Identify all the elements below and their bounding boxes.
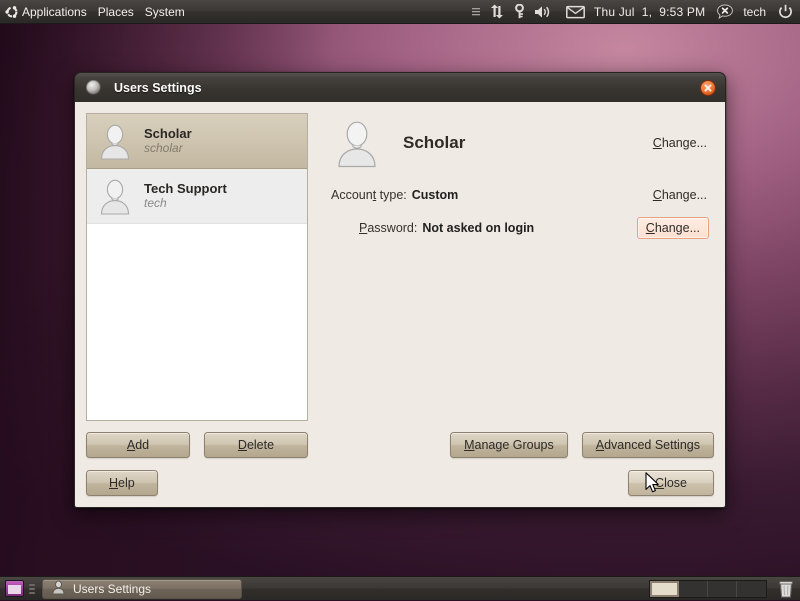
key-icon[interactable] bbox=[514, 4, 525, 19]
users-settings-task-icon bbox=[51, 580, 66, 598]
user-list-column: Scholar scholar Tech Support tech Add De… bbox=[86, 113, 308, 458]
change-name-label-rest: hange... bbox=[661, 136, 707, 150]
add-button-label-rest: dd bbox=[135, 438, 150, 452]
panel-clock[interactable]: Thu Jul 1, 9:53 PM bbox=[594, 5, 705, 19]
workspace-3[interactable] bbox=[708, 580, 737, 597]
workspace-switcher[interactable] bbox=[649, 579, 767, 598]
change-password-button[interactable]: Change... bbox=[636, 217, 709, 239]
change-acct-label-rest: hange... bbox=[661, 188, 707, 202]
list-item-names: Tech Support tech bbox=[144, 180, 227, 211]
add-user-button[interactable]: Add bbox=[86, 432, 190, 458]
menu-places[interactable]: Places bbox=[98, 5, 134, 19]
power-icon[interactable] bbox=[778, 4, 793, 19]
user-avatar-icon bbox=[95, 121, 135, 161]
delete-user-button[interactable]: Delete bbox=[204, 432, 308, 458]
advanced-settings-button[interactable]: Advanced Settings bbox=[581, 432, 714, 458]
task-button-users-settings[interactable]: Users Settings bbox=[42, 578, 242, 599]
list-item-names: Scholar scholar bbox=[144, 125, 192, 156]
user-list[interactable]: Scholar scholar Tech Support tech bbox=[86, 113, 308, 421]
panel-indicators: Thu Jul 1, 9:53 PM tech bbox=[471, 4, 800, 19]
users-settings-window: Users Settings Scholar scholar Tech Supp… bbox=[74, 72, 726, 508]
change-pass-label-rest: hange... bbox=[654, 221, 700, 235]
panel-menubar: Applications Places System bbox=[0, 5, 185, 19]
window-title: Users Settings bbox=[114, 80, 202, 95]
detail-spacer bbox=[331, 253, 714, 421]
envelope-icon[interactable] bbox=[565, 5, 585, 19]
volume-speaker-icon[interactable] bbox=[534, 5, 551, 19]
close-icon[interactable] bbox=[700, 80, 716, 96]
window-body: Scholar scholar Tech Support tech Add De… bbox=[74, 102, 726, 508]
list-item-login: scholar bbox=[144, 140, 183, 155]
list-action-buttons: Add Delete bbox=[86, 432, 308, 458]
workspace-4[interactable] bbox=[737, 580, 766, 597]
trash-icon[interactable] bbox=[776, 580, 796, 598]
user-avatar-large-icon[interactable] bbox=[331, 117, 383, 169]
list-item-fullname: Tech Support bbox=[144, 180, 227, 196]
dialog-bottom-bar: Help Close bbox=[86, 470, 714, 496]
chat-offline-x-icon[interactable] bbox=[717, 4, 734, 19]
bottom-panel: Users Settings bbox=[0, 576, 800, 600]
account-type-value: Custom bbox=[411, 188, 459, 202]
list-item-login: tech bbox=[144, 195, 167, 210]
password-row: Password: Not asked on login Change... bbox=[331, 217, 714, 239]
account-type-row: Account type: Custom Change... bbox=[331, 187, 714, 203]
taskbar-grip[interactable] bbox=[29, 581, 35, 597]
user-avatar-icon bbox=[95, 176, 135, 216]
menu-grip-icon[interactable] bbox=[471, 5, 480, 19]
close-button[interactable]: Close bbox=[628, 470, 714, 496]
password-value: Not asked on login bbox=[422, 221, 535, 235]
top-panel: Applications Places System Thu Jul 1, 9:… bbox=[0, 0, 800, 24]
workspace-1[interactable] bbox=[650, 580, 679, 597]
show-desktop-icon[interactable] bbox=[5, 580, 24, 597]
task-button-label: Users Settings bbox=[73, 581, 152, 596]
window-menu-icon[interactable] bbox=[86, 80, 101, 95]
detail-action-buttons: Manage Groups Advanced Settings bbox=[331, 432, 714, 458]
ubuntu-logo-icon[interactable] bbox=[4, 4, 20, 20]
delete-button-label-rest: elete bbox=[246, 438, 275, 452]
password-label: Password: bbox=[359, 221, 418, 235]
panel-username[interactable]: tech bbox=[743, 5, 766, 19]
window-titlebar[interactable]: Users Settings bbox=[74, 72, 726, 102]
change-account-type-button[interactable]: Change... bbox=[651, 187, 709, 203]
account-type-label: Account type: bbox=[331, 188, 407, 202]
manage-groups-label-rest: anage Groups bbox=[474, 438, 554, 452]
help-label-rest: elp bbox=[118, 476, 135, 490]
user-detail-column: Scholar Change... Account type: Custom C… bbox=[308, 113, 714, 458]
list-item-scholar[interactable]: Scholar scholar bbox=[87, 114, 307, 169]
manage-groups-button[interactable]: Manage Groups bbox=[450, 432, 568, 458]
main-content: Scholar scholar Tech Support tech Add De… bbox=[86, 113, 714, 458]
change-name-button[interactable]: Change... bbox=[651, 135, 709, 151]
network-updown-icon[interactable] bbox=[489, 4, 505, 19]
detail-user-name: Scholar bbox=[403, 133, 466, 152]
workspace-2[interactable] bbox=[679, 580, 708, 597]
detail-header: Scholar Change... bbox=[331, 117, 714, 169]
list-item-tech-support[interactable]: Tech Support tech bbox=[87, 169, 307, 224]
bottom-panel-right bbox=[649, 579, 800, 598]
advanced-settings-label-rest: dvanced Settings bbox=[604, 438, 700, 452]
close-label-rest: lose bbox=[664, 476, 687, 490]
help-button[interactable]: Help bbox=[86, 470, 158, 496]
menu-applications[interactable]: Applications bbox=[22, 5, 87, 19]
list-item-fullname: Scholar bbox=[144, 125, 192, 141]
menu-system[interactable]: System bbox=[145, 5, 185, 19]
